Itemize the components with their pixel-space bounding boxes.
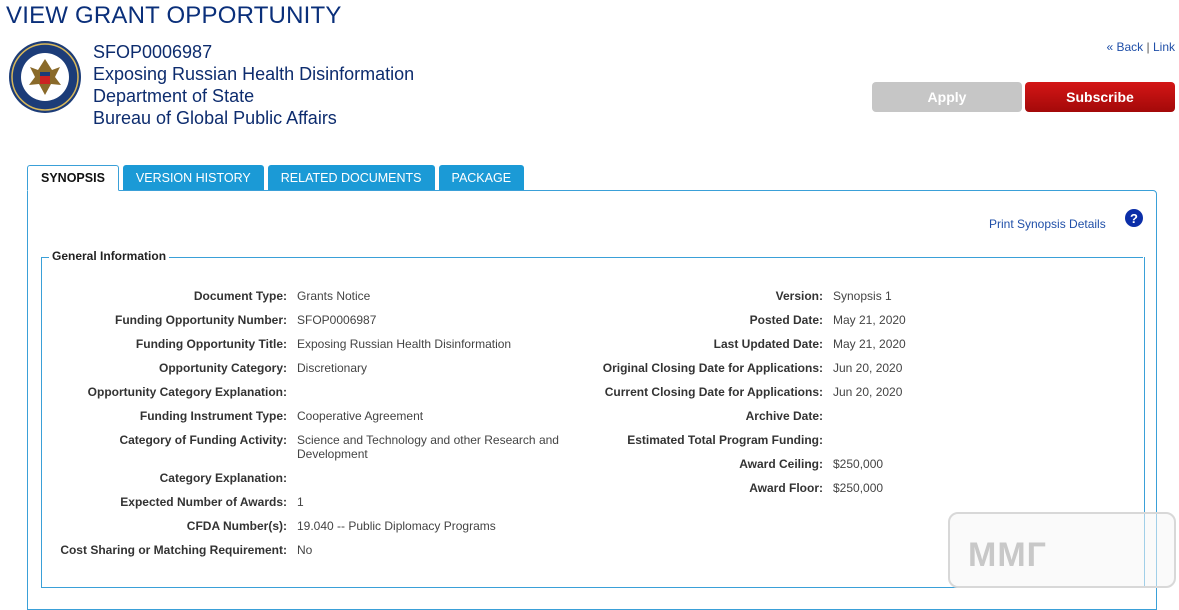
field-label: Opportunity Category Explanation: — [87, 385, 287, 399]
field-value: May 21, 2020 — [833, 337, 906, 351]
link-separator: | — [1146, 40, 1150, 54]
tab-package[interactable]: PACKAGE — [438, 165, 525, 190]
field-label: CFDA Number(s): — [186, 519, 287, 533]
field-label: Expected Number of Awards: — [120, 495, 287, 509]
link-link[interactable]: Link — [1153, 40, 1175, 54]
field-value: $250,000 — [833, 481, 884, 495]
subscribe-button[interactable]: Subscribe — [1025, 82, 1175, 112]
back-link[interactable]: « Back — [1106, 40, 1143, 54]
watermark-text: ММГ — [968, 536, 1047, 574]
field-value: $250,000 — [833, 457, 884, 471]
help-icon[interactable]: ? — [1125, 209, 1143, 227]
field-label: Funding Opportunity Title: — [135, 337, 287, 351]
tab-synopsis[interactable]: SYNOPSIS — [27, 165, 119, 191]
field-value: No — [297, 543, 313, 557]
opportunity-title: Exposing Russian Health Disinformation — [93, 64, 415, 84]
field-label: Opportunity Category: — [159, 361, 287, 375]
field-value: 1 — [297, 495, 304, 509]
field-value: Jun 20, 2020 — [833, 385, 903, 399]
fieldset-border-right — [169, 257, 1143, 258]
field-label: Award Ceiling: — [739, 457, 823, 471]
field-label: Archive Date: — [745, 409, 823, 423]
field-value: Grants Notice — [297, 289, 371, 303]
field-label: Posted Date: — [749, 313, 823, 327]
agency-name: Department of State — [93, 86, 255, 106]
field-value: 19.040 -- Public Diplomacy Programs — [297, 519, 496, 533]
field-label: Award Floor: — [749, 481, 823, 495]
field-label: Original Closing Date for Applications: — [602, 361, 823, 375]
tab-bar: SYNOPSIS VERSION HISTORY RELATED DOCUMEN… — [27, 165, 525, 191]
opportunity-id: SFOP0006987 — [93, 42, 213, 62]
field-label: Estimated Total Program Funding: — [627, 433, 823, 447]
field-value: Synopsis 1 — [833, 289, 892, 303]
field-value: Jun 20, 2020 — [833, 361, 903, 375]
field-label: Category of Funding Activity: — [119, 433, 287, 447]
tab-version-history[interactable]: VERSION HISTORY — [122, 165, 264, 190]
top-links: « Back | Link — [1106, 40, 1175, 54]
field-value: Exposing Russian Health Disinformation — [297, 337, 512, 351]
field-label: Cost Sharing or Matching Requirement: — [60, 543, 287, 557]
tab-related-documents[interactable]: RELATED DOCUMENTS — [267, 165, 435, 190]
fieldset-border-left — [41, 257, 49, 258]
field-label: Last Updated Date: — [713, 337, 823, 351]
header-block: SFOP0006987 Exposing Russian Health Disi… — [93, 41, 414, 129]
field-label: Document Type: — [193, 289, 287, 303]
section-title: General Information — [51, 249, 168, 263]
field-value: Cooperative Agreement — [297, 409, 424, 423]
page-title: VIEW GRANT OPPORTUNITY — [6, 2, 342, 29]
field-value: SFOP0006987 — [297, 313, 377, 327]
print-synopsis-link[interactable]: Print Synopsis Details — [989, 217, 1106, 231]
field-label: Category Explanation: — [159, 471, 287, 485]
field-value: Science and Technology and other Researc… — [297, 433, 559, 461]
field-label: Version: — [775, 289, 823, 303]
field-value: May 21, 2020 — [833, 313, 906, 327]
apply-button[interactable]: Apply — [872, 82, 1022, 112]
department-of-state-seal-icon — [9, 41, 81, 113]
field-label: Funding Instrument Type: — [139, 409, 287, 423]
bureau-name: Bureau of Global Public Affairs — [93, 108, 337, 128]
field-label: Funding Opportunity Number: — [115, 313, 287, 327]
field-label: Current Closing Date for Applications: — [604, 385, 823, 399]
field-value: Discretionary — [297, 361, 368, 375]
